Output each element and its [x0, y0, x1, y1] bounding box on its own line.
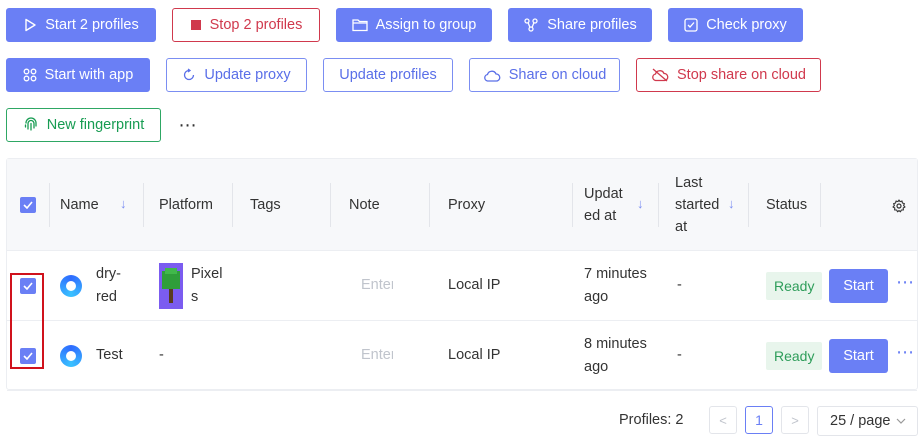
column-separator [330, 183, 331, 227]
column-separator [572, 183, 573, 227]
update-proxy-button[interactable]: Update proxy [166, 58, 307, 92]
prev-page-button[interactable]: < [709, 406, 737, 434]
share-on-cloud-button[interactable]: Share on cloud [469, 58, 620, 92]
row-more-icon[interactable]: ⋯ [896, 272, 915, 293]
column-last-started-at[interactable]: Last started at [675, 159, 719, 251]
more-actions-icon[interactable]: ⋯ [177, 114, 199, 136]
share-nodes-icon [524, 18, 538, 32]
column-separator [658, 183, 659, 227]
page-1-button[interactable]: 1 [745, 406, 773, 434]
start-button[interactable]: Start [829, 269, 888, 303]
updated-at-value: 7 minutes ago [584, 266, 647, 305]
column-separator [820, 183, 821, 227]
apps-icon [23, 68, 37, 82]
status-badge: Ready [766, 272, 823, 300]
column-name[interactable]: Name [60, 159, 99, 251]
last-started-value: - [677, 347, 682, 363]
profiles-table: Name ↓ Platform Tags Note Proxy Updat ed… [6, 158, 918, 391]
note-input[interactable]: Enter [361, 277, 393, 293]
last-started-value: - [677, 277, 682, 293]
platform-name: - [159, 347, 164, 363]
platform-pixel-icon [159, 263, 183, 309]
note-input[interactable]: Enter [361, 347, 393, 363]
folder-icon [351, 19, 368, 32]
column-updated-at[interactable]: Updat ed at [584, 159, 623, 251]
profile-name[interactable]: dry- red [96, 263, 121, 309]
fingerprint-icon [24, 117, 37, 131]
stop-profiles-button[interactable]: Stop 2 profiles [172, 8, 320, 42]
column-separator [748, 183, 749, 227]
sort-down-icon[interactable]: ↓ [728, 196, 735, 211]
check-proxy-button[interactable]: Check proxy [668, 8, 803, 42]
profile-name[interactable]: Test [96, 347, 123, 363]
profiles-count: Profiles: 2 [619, 412, 684, 428]
refresh-icon [184, 68, 195, 81]
settings-gear-icon[interactable] [892, 199, 906, 213]
column-proxy[interactable]: Proxy [448, 159, 485, 251]
column-separator [143, 183, 144, 227]
status-badge: Ready [766, 342, 823, 370]
play-icon [25, 18, 36, 32]
stop-icon [190, 20, 201, 30]
platform-name: Pixel s [191, 266, 223, 305]
column-separator [49, 183, 50, 227]
column-tags[interactable]: Tags [250, 159, 281, 251]
start-button[interactable]: Start [829, 339, 888, 373]
column-platform[interactable]: Platform [159, 159, 213, 251]
table-row[interactable]: Test - Enter Local IP 8 minutes ago - Re… [7, 321, 917, 391]
start-profiles-button[interactable]: Start 2 profiles [6, 8, 156, 42]
proxy-value: Local IP [448, 347, 501, 363]
cloud-icon [483, 70, 501, 82]
checkbox-icon [684, 18, 698, 32]
column-note[interactable]: Note [349, 159, 380, 251]
start-with-app-button[interactable]: Start with app [6, 58, 150, 92]
chevron-down-icon [897, 418, 906, 424]
stop-share-on-cloud-button[interactable]: Stop share on cloud [636, 58, 821, 92]
updated-at-value: 8 minutes ago [584, 336, 647, 375]
update-profiles-button[interactable]: Update profiles [323, 58, 453, 92]
new-fingerprint-button[interactable]: New fingerprint [6, 108, 161, 142]
column-separator [429, 183, 430, 227]
page-size-select[interactable]: 25 / page [817, 406, 918, 436]
next-page-button[interactable]: > [781, 406, 809, 434]
browser-ring-icon [60, 345, 82, 367]
row-more-icon[interactable]: ⋯ [896, 342, 915, 363]
browser-ring-icon [60, 275, 82, 297]
cloud-off-icon [652, 68, 669, 82]
share-profiles-button[interactable]: Share profiles [508, 8, 652, 42]
column-separator [232, 183, 233, 227]
selection-highlight [10, 273, 44, 369]
sort-down-icon[interactable]: ↓ [637, 196, 644, 211]
sort-down-icon[interactable]: ↓ [120, 196, 127, 211]
proxy-value: Local IP [448, 277, 501, 293]
assign-group-button[interactable]: Assign to group [336, 8, 492, 42]
column-status[interactable]: Status [766, 159, 807, 251]
table-header: Name ↓ Platform Tags Note Proxy Updat ed… [7, 159, 917, 251]
check-icon [23, 201, 33, 209]
table-row[interactable]: dry- red Pixel s Enter Local IP 7 minute… [7, 251, 917, 321]
select-all-checkbox[interactable] [20, 197, 36, 213]
